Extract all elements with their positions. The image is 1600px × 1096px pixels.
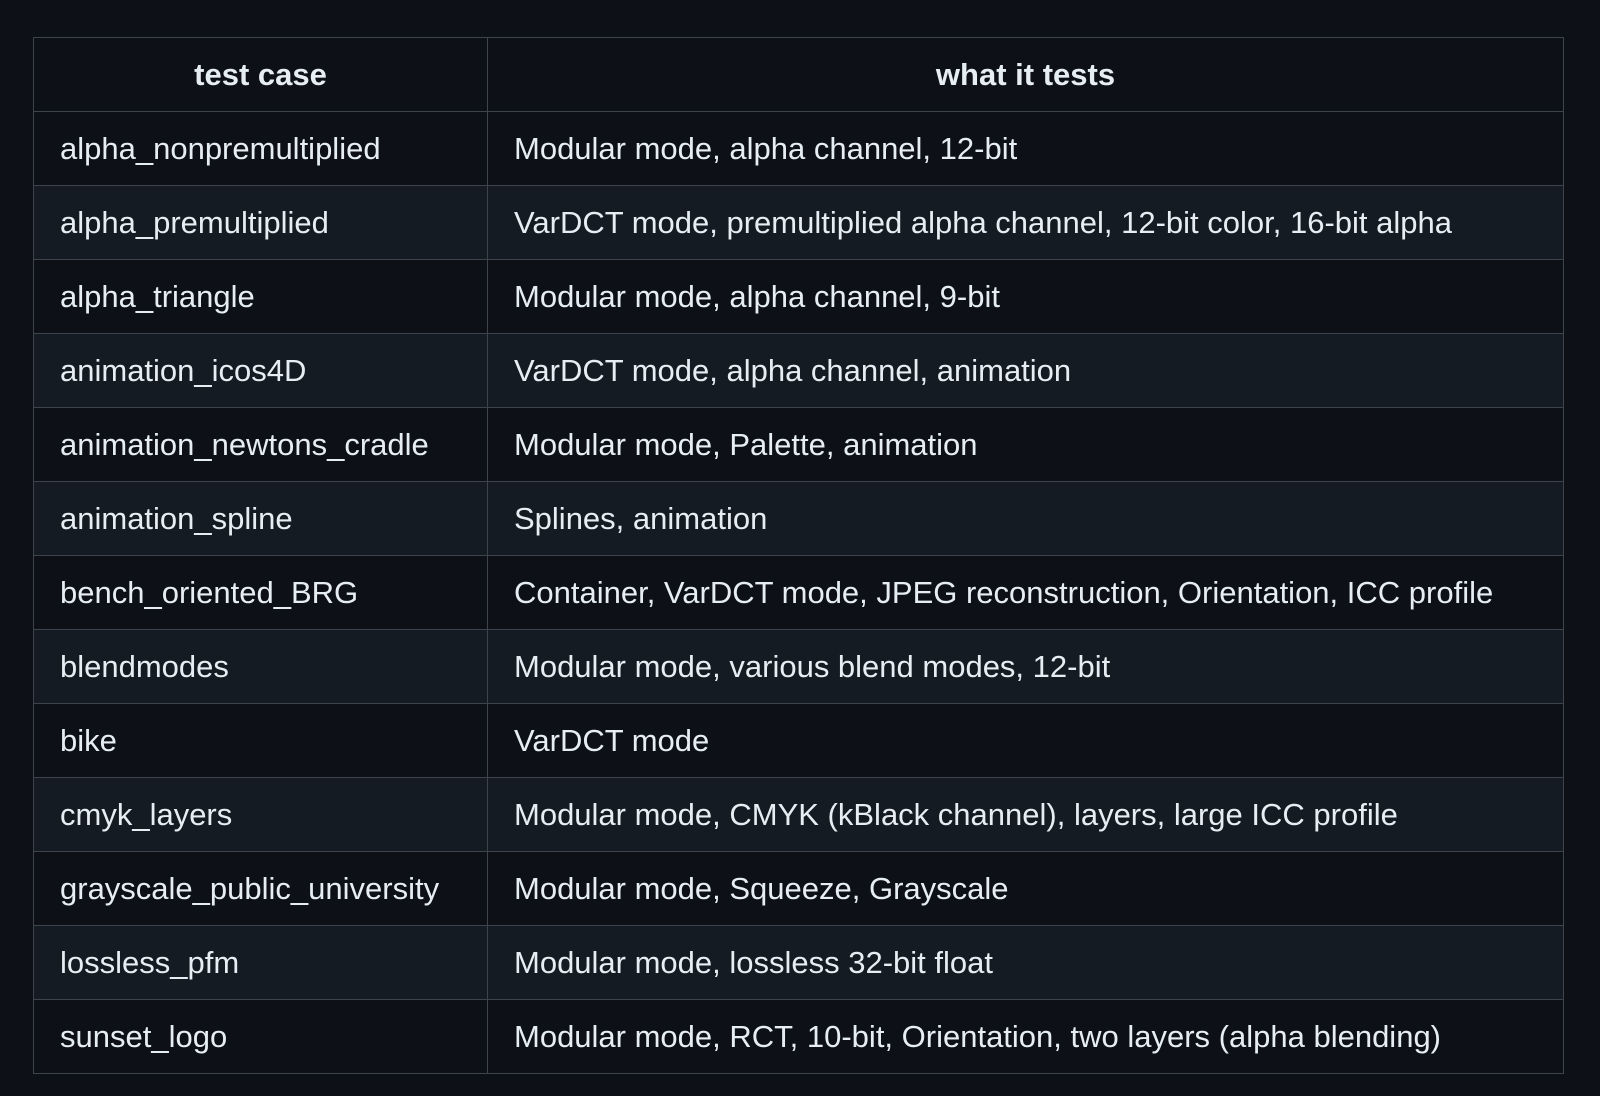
- table-row: animation_spline Splines, animation: [33, 481, 1564, 556]
- description-cell: Modular mode, CMYK (kBlack channel), lay…: [487, 777, 1564, 852]
- test-case-cell: alpha_nonpremultiplied: [33, 111, 488, 186]
- test-case-cell: alpha_triangle: [33, 259, 488, 334]
- test-case-cell: alpha_premultiplied: [33, 185, 488, 260]
- test-case-cell: bike: [33, 703, 488, 778]
- description-cell: Modular mode, RCT, 10-bit, Orientation, …: [487, 999, 1564, 1074]
- description-cell: Modular mode, lossless 32-bit float: [487, 925, 1564, 1000]
- description-cell: Modular mode, alpha channel, 12-bit: [487, 111, 1564, 186]
- description-cell: VarDCT mode, alpha channel, animation: [487, 333, 1564, 408]
- test-case-cell: animation_newtons_cradle: [33, 407, 488, 482]
- test-case-cell: blendmodes: [33, 629, 488, 704]
- description-cell: Modular mode, Palette, animation: [487, 407, 1564, 482]
- table-body: alpha_nonpremultiplied Modular mode, alp…: [33, 111, 1564, 1074]
- test-case-cell: bench_oriented_BRG: [33, 555, 488, 630]
- table-row: animation_icos4D VarDCT mode, alpha chan…: [33, 333, 1564, 408]
- test-case-cell: lossless_pfm: [33, 925, 488, 1000]
- description-cell: Splines, animation: [487, 481, 1564, 556]
- table-row: alpha_premultiplied VarDCT mode, premult…: [33, 185, 1564, 260]
- table-row: animation_newtons_cradle Modular mode, P…: [33, 407, 1564, 482]
- table-row: lossless_pfm Modular mode, lossless 32-b…: [33, 925, 1564, 1000]
- table-row: grayscale_public_university Modular mode…: [33, 851, 1564, 926]
- test-case-cell: animation_icos4D: [33, 333, 488, 408]
- test-case-cell: animation_spline: [33, 481, 488, 556]
- description-cell: Modular mode, various blend modes, 12-bi…: [487, 629, 1564, 704]
- test-case-cell: grayscale_public_university: [33, 851, 488, 926]
- header-row: test case what it tests: [33, 37, 1564, 112]
- test-case-cell: cmyk_layers: [33, 777, 488, 852]
- table-row: bike VarDCT mode: [33, 703, 1564, 778]
- table-row: bench_oriented_BRG Container, VarDCT mod…: [33, 555, 1564, 630]
- table-row: sunset_logo Modular mode, RCT, 10-bit, O…: [33, 999, 1564, 1074]
- table-row: alpha_nonpremultiplied Modular mode, alp…: [33, 111, 1564, 186]
- description-cell: Modular mode, Squeeze, Grayscale: [487, 851, 1564, 926]
- test-cases-table-container: test case what it tests alpha_nonpremult…: [33, 37, 1564, 1074]
- test-case-cell: sunset_logo: [33, 999, 488, 1074]
- table-row: blendmodes Modular mode, various blend m…: [33, 629, 1564, 704]
- table-header: test case what it tests: [33, 37, 1564, 112]
- table-row: cmyk_layers Modular mode, CMYK (kBlack c…: [33, 777, 1564, 852]
- description-cell: VarDCT mode: [487, 703, 1564, 778]
- description-cell: Container, VarDCT mode, JPEG reconstruct…: [487, 555, 1564, 630]
- test-cases-table: test case what it tests alpha_nonpremult…: [33, 37, 1564, 1074]
- description-cell: Modular mode, alpha channel, 9-bit: [487, 259, 1564, 334]
- description-cell: VarDCT mode, premultiplied alpha channel…: [487, 185, 1564, 260]
- table-row: alpha_triangle Modular mode, alpha chann…: [33, 259, 1564, 334]
- column-header-what-it-tests: what it tests: [487, 37, 1564, 112]
- column-header-test-case: test case: [33, 37, 488, 112]
